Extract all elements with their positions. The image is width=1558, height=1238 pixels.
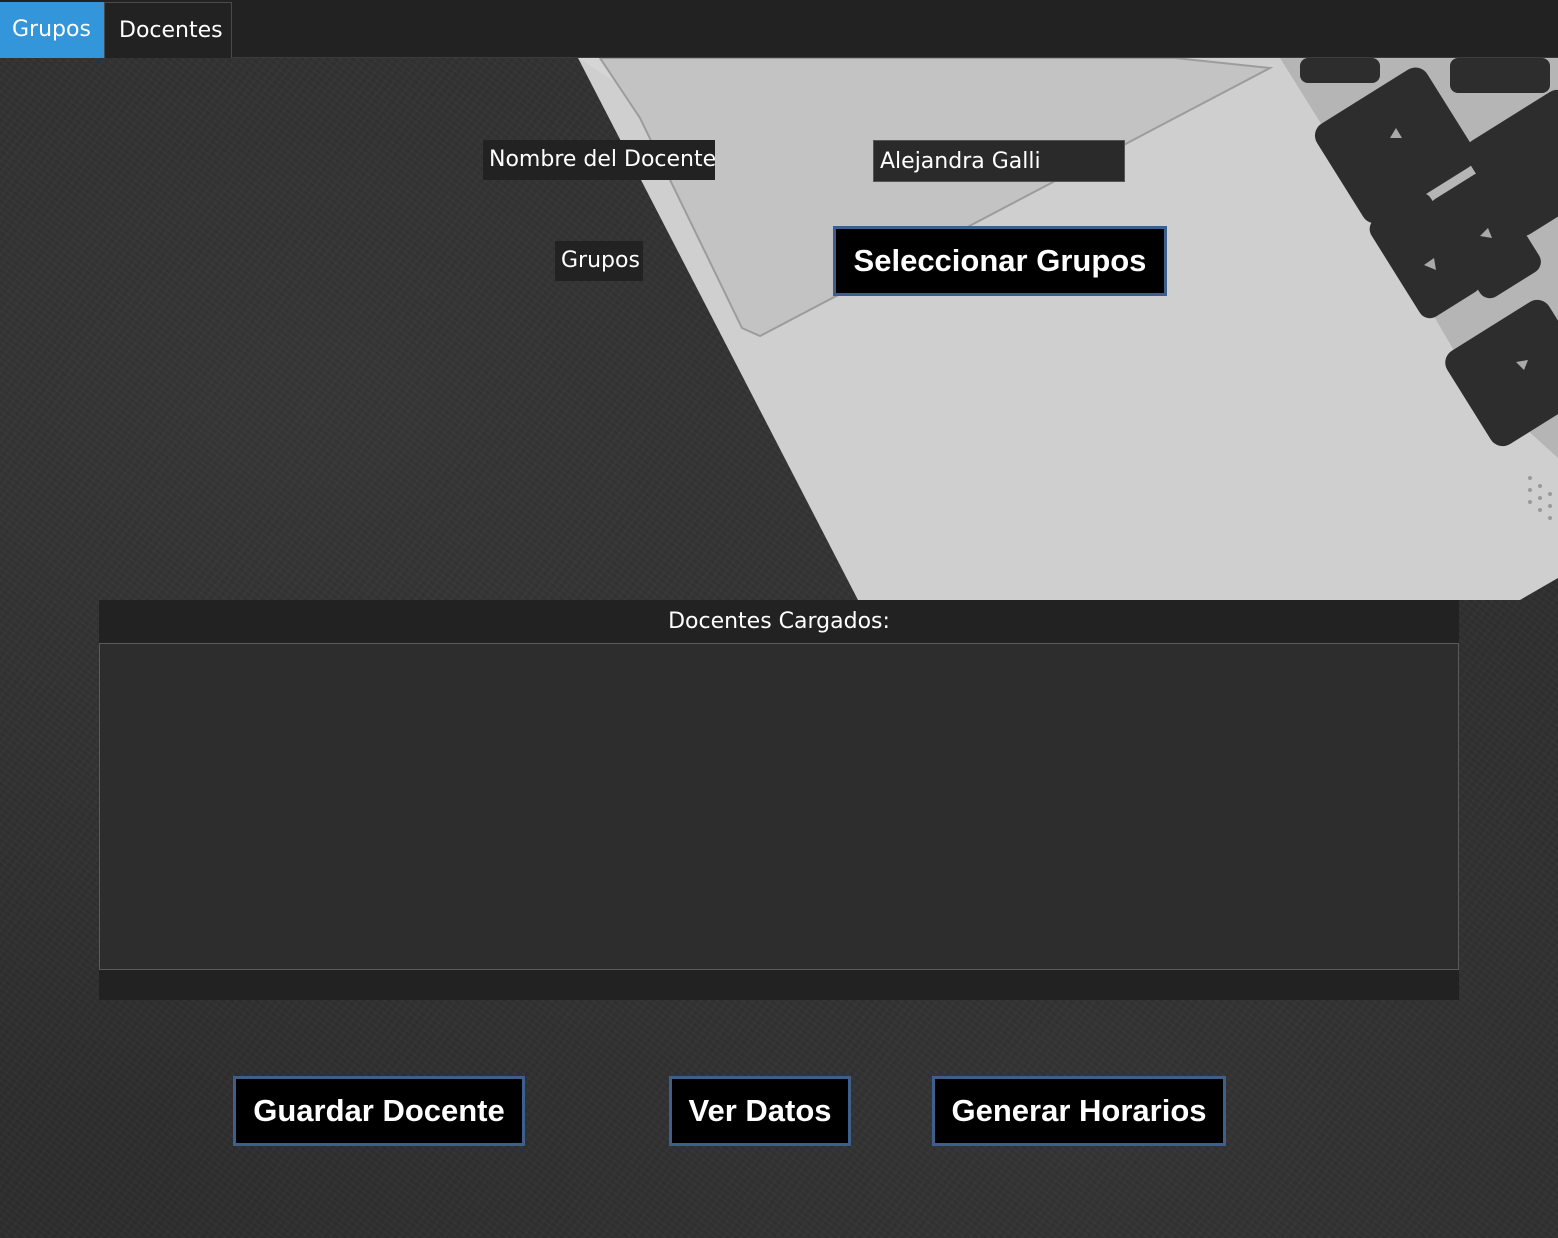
docente-name-input[interactable]	[873, 140, 1125, 182]
docentes-list[interactable]	[99, 643, 1459, 970]
tab-grupos[interactable]: Grupos	[0, 2, 104, 58]
docente-name-label: Nombre del Docente	[483, 140, 716, 180]
app-window: Grupos Docentes Nombre del Docente Aleja…	[0, 0, 1558, 1238]
docentes-panel: Docentes Cargados:	[99, 600, 1459, 1000]
tab-bar: Grupos Docentes	[0, 0, 1558, 58]
content-area: Nombre del Docente Grupos Seleccionar Gr…	[0, 58, 1558, 1238]
docentes-panel-title: Docentes Cargados:	[668, 609, 890, 634]
tab-docentes[interactable]: Docentes	[104, 2, 232, 58]
select-groups-button[interactable]: Seleccionar Grupos	[833, 226, 1167, 296]
generate-schedules-button[interactable]: Generar Horarios	[932, 1076, 1226, 1146]
view-data-button[interactable]: Ver Datos	[669, 1076, 851, 1146]
save-docente-button[interactable]: Guardar Docente	[233, 1076, 525, 1146]
grupos-label: Grupos	[555, 241, 643, 281]
